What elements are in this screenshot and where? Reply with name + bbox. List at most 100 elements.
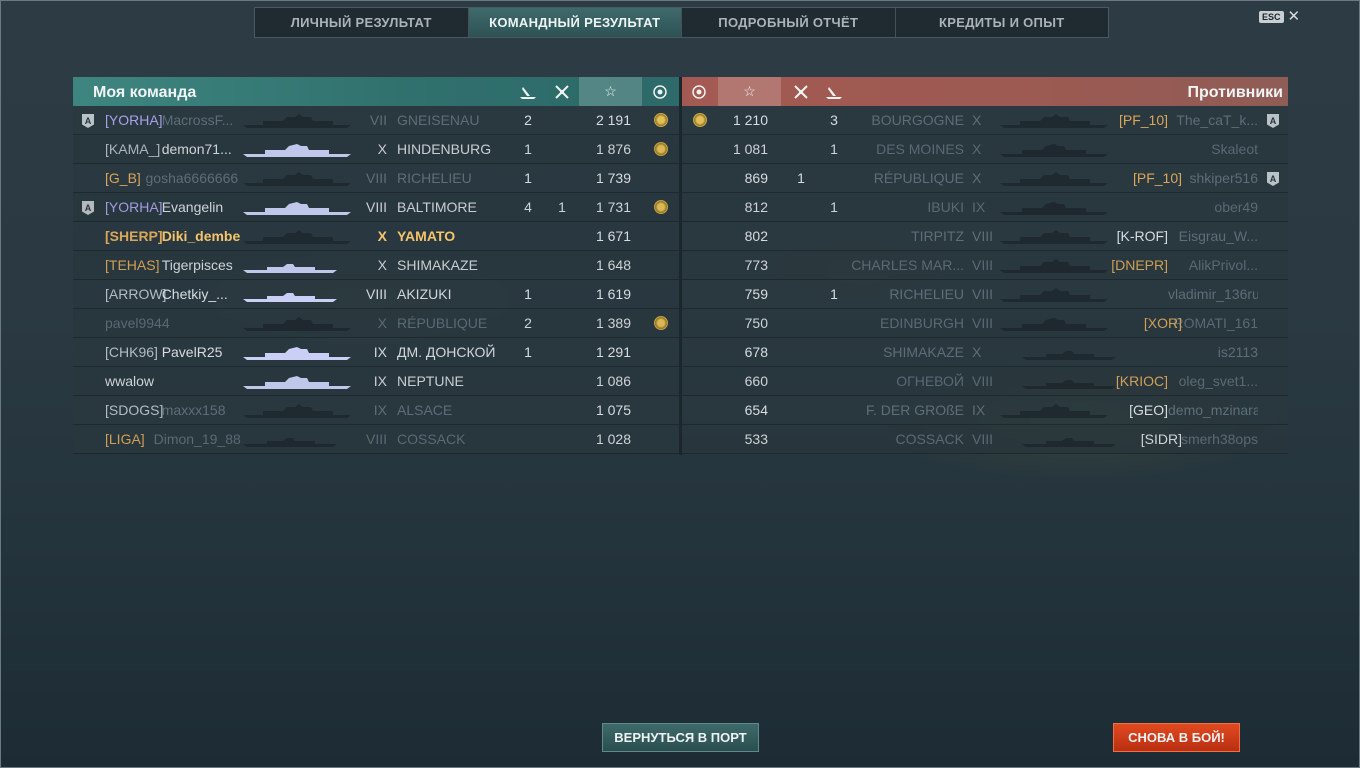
player-name[interactable]: MacrossF...	[162, 106, 234, 134]
planes-count	[786, 338, 816, 366]
clan-tag[interactable]: [GEO]	[1129, 396, 1168, 424]
player-name[interactable]: Tigerpisces	[162, 251, 233, 279]
my-team-title: Моя команда	[93, 84, 197, 101]
clan-tag[interactable]: [PF_10]	[1119, 106, 1168, 134]
player-row[interactable]: [SHERP] Diki_dembel X YAMATO 1 671	[73, 222, 679, 251]
clan-tag[interactable]: [DNEPR]	[1111, 251, 1168, 279]
player-row[interactable]: 678 SHIMAKAZE Xis2113	[682, 338, 1288, 367]
clan-tag[interactable]: [ARROW]	[105, 280, 166, 308]
clan-tag[interactable]: [PF_10]	[1133, 164, 1182, 192]
base-xp: 1 210	[732, 112, 768, 128]
player-name[interactable]: demon71...	[162, 135, 232, 163]
premium-account-icon: A	[1267, 172, 1279, 186]
player-row[interactable]: 1 210 3 BOURGOGNE X The_caT_k... [PF_10] A	[682, 106, 1288, 135]
player-row[interactable]: 759 1 RICHELIEU VIII vladimir_136rus	[682, 280, 1288, 309]
ship-tier: VIII	[365, 286, 387, 302]
ship-silhouette	[1000, 113, 1108, 129]
ship-name: TIRPITZ	[911, 228, 964, 244]
player-name[interactable]: smerh38ops	[1181, 425, 1258, 453]
close-icon[interactable]: ✕	[1288, 9, 1301, 24]
player-row[interactable]: 1 081 1 DES MOINES X Skaleot	[682, 135, 1288, 164]
clan-tag[interactable]: [SIDR]	[1141, 425, 1182, 453]
player-name[interactable]: demo_mzinara	[1168, 396, 1258, 424]
player-name[interactable]: vladimir_136rus	[1168, 280, 1258, 308]
player-name[interactable]: ober49	[1214, 193, 1258, 221]
player-name[interactable]: pavel9944	[105, 309, 170, 337]
battle-again-button[interactable]: СНОВА В БОЙ!	[1113, 723, 1240, 752]
player-name[interactable]: Diki_dembel	[162, 222, 241, 250]
player-row[interactable]: [LIGA] Dimon_19_88 VIII COSSACK 1 028	[73, 425, 679, 454]
player-name[interactable]: Evangelin	[162, 193, 224, 221]
ship-tier: X	[377, 315, 387, 331]
player-row[interactable]: pavel9944 X RÉPUBLIQUE 2 1 389	[73, 309, 679, 338]
player-row[interactable]: [CHK96] PavelR25 IX ДМ. ДОНСКОЙ 1 1 291	[73, 338, 679, 367]
clan-tag[interactable]: [SDOGS]	[105, 396, 163, 424]
player-row[interactable]: A [YORHA] Evangelin VIII BALTIMORE 4 1 1 731	[73, 193, 679, 222]
clan-tag[interactable]: [LIGA]	[105, 425, 145, 453]
player-name[interactable]: wwalow	[105, 367, 154, 395]
clan-tag[interactable]: [SHERP]	[105, 222, 163, 250]
clan-tag[interactable]: [KRIOC]	[1116, 367, 1168, 395]
clan-tag[interactable]: [TEHAS]	[105, 251, 159, 279]
ship-tier: IX	[972, 402, 986, 418]
player-name[interactable]: Skaleot	[1211, 135, 1258, 163]
tab-detailed-report[interactable]: ПОДРОБНЫЙ ОТЧЁТ	[682, 8, 896, 37]
tab-personal-result[interactable]: ЛИЧНЫЙ РЕЗУЛЬТАТ	[255, 8, 469, 37]
planes-destroyed-icon	[547, 77, 577, 106]
player-row[interactable]: 869 1 RÉPUBLIQUE Xshkiper516 [PF_10] A	[682, 164, 1288, 193]
ship-tier: X	[377, 257, 387, 273]
player-name[interactable]: Eisgrau_W...	[1179, 222, 1258, 250]
player-row[interactable]: 533 COSSACK VIII smerh38ops [SIDR]	[682, 425, 1288, 454]
planes-count: 1	[558, 199, 566, 215]
ship-tier: VIII	[972, 257, 994, 273]
player-row[interactable]: [TEHAS] Tigerpisces X SHIMAKAZE 1 648	[73, 251, 679, 280]
player-row[interactable]: [G_B] gosha6666666 VIII RICHELIEU 1 1 739	[73, 164, 679, 193]
player-row[interactable]: 660 ОГНЕВОЙ VIII oleg_svet1... [KRIOC]	[682, 367, 1288, 396]
star-icon: ☆	[579, 77, 642, 106]
ship-tier: IX	[373, 402, 387, 418]
tab-team-result[interactable]: КОМАНДНЫЙ РЕЗУЛЬТАТ	[468, 8, 682, 37]
player-name[interactable]: PavelR25	[162, 338, 223, 366]
close-button[interactable]: ESC ✕	[1259, 9, 1301, 24]
clan-tag[interactable]: [XOR]	[1144, 309, 1182, 337]
planes-count	[547, 396, 577, 424]
ship-tier: X	[972, 170, 982, 186]
player-row[interactable]: 750 EDINBURGH VIII ROMATI_161 [XOR]	[682, 309, 1288, 338]
player-row[interactable]: 654 F. DER GROßE IX demo_mzinara [GEO]	[682, 396, 1288, 425]
player-row[interactable]: 773 CHARLES MAR... VIII AlikPrivol... [DNEPR…	[682, 251, 1288, 280]
ship-name: CHARLES MAR...	[851, 257, 964, 273]
player-name[interactable]: Dimon_19_88	[154, 425, 241, 453]
player-name[interactable]: is2113	[1218, 338, 1258, 366]
player-row[interactable]: 802 TIRPITZ VIII Eisgrau_W... [K-ROF]	[682, 222, 1288, 251]
player-name[interactable]: ROMATI_161	[1173, 309, 1258, 337]
player-name[interactable]: The_caT_k...	[1176, 106, 1258, 134]
clan-tag[interactable]: [G_B]	[105, 164, 141, 192]
clan-tag[interactable]: [CHK96]	[105, 338, 158, 366]
ship-silhouette	[243, 142, 351, 158]
ship-name: ДМ. ДОНСКОЙ	[397, 344, 496, 360]
player-row[interactable]: [SDOGS] maxxx158 IX ALSACE 1 075	[73, 396, 679, 425]
premium-account-icon: A	[1267, 114, 1279, 128]
kills-count: 1	[524, 344, 532, 360]
player-row[interactable]: 812 1 IBUKI IX ober49	[682, 193, 1288, 222]
player-name[interactable]: AlikPrivol...	[1189, 251, 1258, 279]
clan-tag[interactable]: [YORHA]	[105, 193, 163, 221]
clan-tag[interactable]: [K-ROF]	[1117, 222, 1168, 250]
clan-tag[interactable]: [YORHA]	[105, 106, 163, 134]
player-name[interactable]: maxxx158	[162, 396, 226, 424]
player-row[interactable]: wwalow IX NEPTUNE 1 086	[73, 367, 679, 396]
ship-sunk-icon	[513, 77, 543, 106]
player-row[interactable]: [KAMA_] demon71... X HINDENBURG 1 1 876	[73, 135, 679, 164]
ship-tier: X	[377, 141, 387, 157]
kills-count	[513, 251, 543, 279]
player-row[interactable]: [ARROW] Chetkiy_... VIII AKIZUKI 1 1 619	[73, 280, 679, 309]
player-name[interactable]: Chetkiy_...	[162, 280, 228, 308]
player-name[interactable]: gosha6666666	[146, 164, 239, 192]
ship-tier: IX	[373, 344, 387, 360]
clan-tag[interactable]: [KAMA_]	[105, 135, 160, 163]
player-name[interactable]: shkiper516	[1190, 164, 1259, 192]
player-row[interactable]: A [YORHA] MacrossF... VII GNEISENAU 2 2 191	[73, 106, 679, 135]
return-to-port-button[interactable]: ВЕРНУТЬСЯ В ПОРТ	[602, 723, 759, 752]
player-name[interactable]: oleg_svet1...	[1179, 367, 1258, 395]
tab-credits-and-xp[interactable]: КРЕДИТЫ И ОПЫТ	[896, 8, 1109, 37]
